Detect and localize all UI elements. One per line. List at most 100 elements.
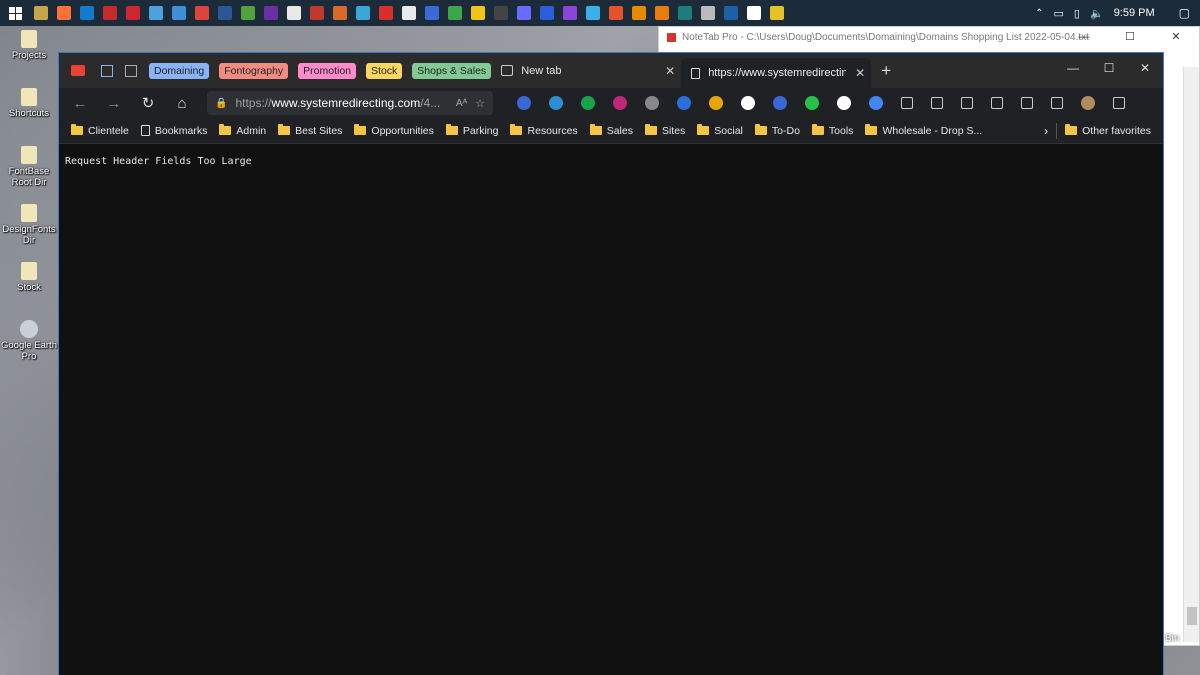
scrollbar-thumb[interactable]	[1187, 607, 1197, 625]
extensions-icon[interactable]	[901, 97, 913, 109]
taskbar-app-icon[interactable]	[494, 6, 508, 20]
taskbar-app-icon[interactable]	[57, 6, 71, 20]
taskbar-app-icon[interactable]	[34, 6, 48, 20]
bookmark-sites[interactable]: Sites	[644, 124, 685, 137]
taskbar-app-icon[interactable]	[540, 6, 554, 20]
tab-group-shops-sales[interactable]: Shops & Sales	[412, 62, 492, 79]
bookmark-clientele[interactable]: Clientele	[71, 124, 129, 137]
tab-group-fontography[interactable]: Fontography	[219, 62, 289, 79]
minimize-button[interactable]: —	[1061, 27, 1107, 47]
k-square-icon[interactable]	[709, 96, 723, 110]
bookmark-bookmarks[interactable]: Bookmarks	[140, 125, 207, 137]
bookmark-best-sites[interactable]: Best Sites	[278, 124, 342, 137]
home-icon[interactable]: ⌂	[173, 95, 191, 112]
taskbar-app-icon[interactable]	[80, 6, 94, 20]
m-extension-icon[interactable]	[517, 96, 531, 110]
refresh-icon[interactable]: ↻	[139, 94, 157, 112]
desktop-icon[interactable]: Shortcuts	[0, 84, 58, 142]
tab-new-tab[interactable]: New tab ✕	[501, 64, 681, 78]
taskbar-app-icon[interactable]	[747, 6, 761, 20]
user-icon[interactable]	[1051, 97, 1063, 109]
taskbar-app-icon[interactable]	[264, 6, 278, 20]
grammarly-icon[interactable]	[581, 96, 595, 110]
taskbar-app-icon[interactable]	[356, 6, 370, 20]
taskbar-app-icon[interactable]	[563, 6, 577, 20]
taskbar-app-icon[interactable]	[425, 6, 439, 20]
expand-icon[interactable]	[645, 96, 659, 110]
maximize-button[interactable]: ☐	[1091, 53, 1127, 83]
python-icon[interactable]	[869, 96, 883, 110]
desktop-icon[interactable]: FontBase Root Dir	[0, 142, 58, 200]
taskbar-app-icon[interactable]	[678, 6, 692, 20]
app-icon[interactable]	[101, 64, 113, 77]
grid-icon[interactable]	[125, 64, 137, 77]
notifications-icon[interactable]: ▢	[1179, 6, 1190, 20]
desktop-icon[interactable]: Stock	[0, 258, 58, 316]
bookmark-tools[interactable]: Tools	[811, 124, 853, 137]
start-button[interactable]	[0, 0, 30, 26]
collections-icon[interactable]	[961, 97, 973, 109]
close-button[interactable]: ✕	[1153, 27, 1199, 47]
desktop-icon[interactable]: DesignFonts Dir	[0, 200, 58, 258]
favorite-add-icon[interactable]: ☆	[475, 97, 485, 110]
download-icon[interactable]	[991, 97, 1003, 109]
gmail-icon[interactable]	[71, 65, 85, 76]
bar-extension-icon[interactable]	[677, 96, 691, 110]
taskbar-app-icon[interactable]	[333, 6, 347, 20]
close-icon[interactable]: ✕	[665, 64, 675, 78]
tab-group-stock[interactable]: Stock	[366, 62, 403, 79]
profile-avatar[interactable]	[1081, 96, 1095, 110]
speaker-icon[interactable]: 🔈	[1090, 7, 1104, 20]
taskbar-app-icon[interactable]	[655, 6, 669, 20]
taskbar-app-icon[interactable]	[126, 6, 140, 20]
bookmark-social[interactable]: Social	[697, 124, 743, 137]
taskbar-app-icon[interactable]	[241, 6, 255, 20]
taskbar-app-icon[interactable]	[218, 6, 232, 20]
bookmark-sales[interactable]: Sales	[589, 124, 633, 137]
chevron-right-icon[interactable]: ›	[1044, 124, 1048, 138]
maximize-button[interactable]: ☐	[1107, 27, 1153, 47]
close-icon[interactable]: ✕	[855, 66, 865, 80]
taskbar-app-icon[interactable]	[471, 6, 485, 20]
taskbar-app-icon[interactable]	[517, 6, 531, 20]
taskbar-app-icon[interactable]	[103, 6, 117, 20]
clock[interactable]: 9:59 PM	[1114, 7, 1155, 19]
bookmark-to-do[interactable]: To-Do	[754, 124, 800, 137]
other-favorites[interactable]: Other favorites	[1065, 124, 1151, 137]
taskbar-app-icon[interactable]	[310, 6, 324, 20]
taskbar-app-icon[interactable]	[701, 6, 715, 20]
more-icon[interactable]	[1113, 97, 1125, 109]
taskbar-app-icon[interactable]	[149, 6, 163, 20]
bookmark-admin[interactable]: Admin	[219, 124, 266, 137]
lock-icon[interactable]: 🔒	[215, 98, 227, 109]
tab-group-promotion[interactable]: Promotion	[298, 62, 357, 79]
network-icon[interactable]: ▭	[1054, 7, 1064, 20]
taskbar-app-icon[interactable]	[448, 6, 462, 20]
taskbar-app-icon[interactable]	[724, 6, 738, 20]
read-aloud-icon[interactable]: Aᴬ	[456, 98, 467, 109]
close-button[interactable]: ✕	[1127, 53, 1163, 83]
taskbar-app-icon[interactable]	[172, 6, 186, 20]
chevron-up-icon[interactable]: ⌃	[1035, 8, 1043, 19]
address-bar[interactable]: 🔒 https://www.systemredirecting.com/4...…	[207, 91, 493, 115]
taskbar-app-icon[interactable]	[586, 6, 600, 20]
upload-icon[interactable]	[741, 96, 755, 110]
tab-group-domaining[interactable]: Domaining	[149, 62, 210, 79]
taskbar-app-icon[interactable]	[379, 6, 393, 20]
forward-arrow-icon[interactable]: →	[105, 95, 123, 112]
k-extension-icon[interactable]	[613, 96, 627, 110]
tab-active[interactable]: https://www.systemredirecting.co ✕	[681, 58, 872, 88]
minimize-button[interactable]: —	[1055, 53, 1091, 83]
cloud-extension-icon[interactable]	[549, 96, 563, 110]
xr-extension-icon[interactable]	[773, 96, 787, 110]
code-extension-icon[interactable]	[805, 96, 819, 110]
bookmark-resources[interactable]: Resources	[510, 124, 578, 137]
new-tab-button[interactable]: +	[881, 61, 891, 81]
taskbar-app-icon[interactable]	[632, 6, 646, 20]
taskbar-app-icon[interactable]	[402, 6, 416, 20]
battery-icon[interactable]: ▯	[1074, 7, 1080, 20]
taskbar-app-icon[interactable]	[287, 6, 301, 20]
bookmark-opportunities[interactable]: Opportunities	[354, 124, 434, 137]
favorites-icon[interactable]	[931, 97, 943, 109]
taskbar-app-icon[interactable]	[609, 6, 623, 20]
